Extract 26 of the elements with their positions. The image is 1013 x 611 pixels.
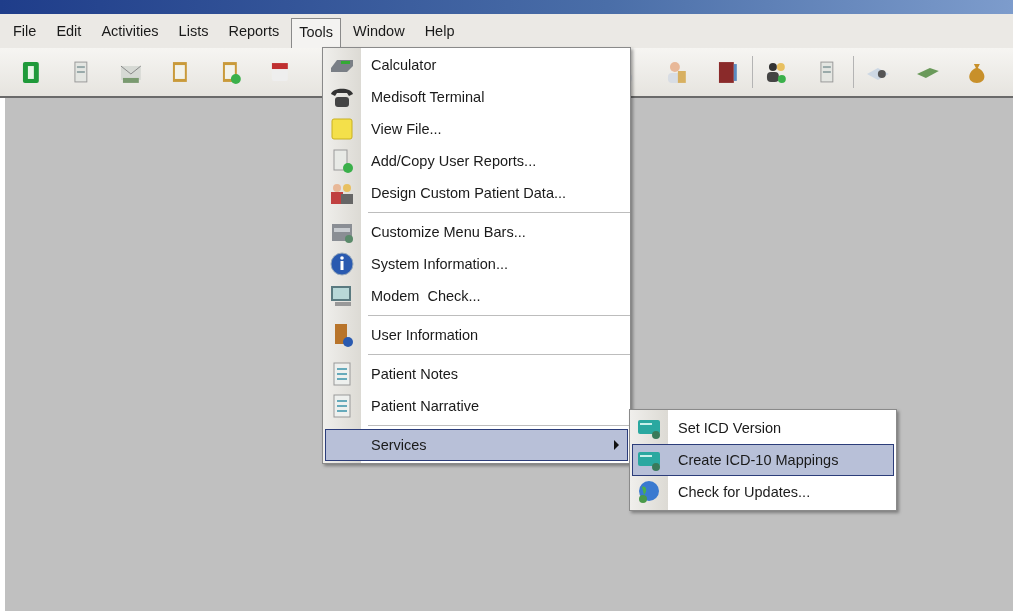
menu-item[interactable]: Customize Menu Bars... bbox=[325, 216, 628, 248]
note-icon bbox=[329, 116, 355, 142]
menu-item[interactable]: Activities bbox=[93, 17, 167, 45]
menu-item[interactable]: File bbox=[5, 17, 45, 45]
menu-item[interactable]: Modem Check... bbox=[325, 280, 628, 312]
menu-item[interactable]: Set ICD Version bbox=[632, 412, 894, 444]
menu-item[interactable]: Calculator bbox=[325, 49, 628, 81]
menu-item[interactable]: Tools bbox=[291, 18, 342, 49]
menu-item[interactable]: Check for Updates... bbox=[632, 476, 894, 508]
menu-item[interactable]: Medisoft Terminal bbox=[325, 81, 628, 113]
menu-item[interactable]: View File... bbox=[325, 113, 628, 145]
menu-item[interactable]: Patient Notes bbox=[325, 358, 628, 390]
menu-item[interactable]: Create ICD-10 Mappings bbox=[632, 444, 894, 476]
menu-item[interactable]: Edit bbox=[48, 17, 90, 45]
menu-item[interactable]: Design Custom Patient Data... bbox=[325, 177, 628, 209]
menu-item[interactable]: Window bbox=[345, 17, 413, 45]
menu-item[interactable]: Add/Copy User Reports... bbox=[325, 145, 628, 177]
menu-item[interactable]: Lists bbox=[170, 17, 217, 45]
menu-item[interactable]: Help bbox=[416, 17, 463, 45]
menu-item[interactable]: User Information bbox=[325, 319, 628, 351]
menu-item[interactable]: Patient Narrative bbox=[325, 390, 628, 422]
menu-item[interactable]: Services bbox=[325, 429, 628, 461]
menu-item[interactable]: System Information... bbox=[325, 248, 628, 280]
info-icon bbox=[329, 251, 355, 277]
globe-icon bbox=[636, 479, 662, 505]
menu-item[interactable]: Reports bbox=[220, 17, 288, 45]
